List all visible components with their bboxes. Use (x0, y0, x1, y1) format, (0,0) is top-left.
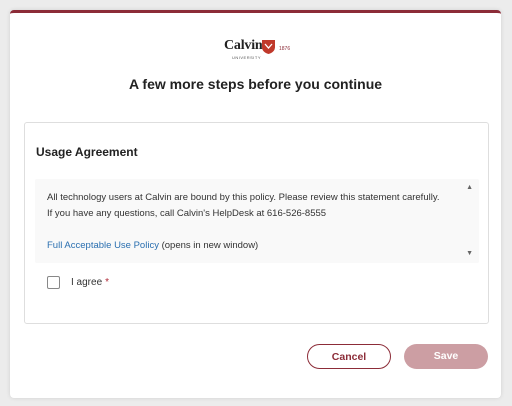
agree-label-text: I agree (71, 277, 103, 288)
calvin-logo: Calvin 1876 UNIVERSITY (224, 38, 304, 62)
logo-year: 1876 (279, 46, 291, 52)
policy-link-line: Full Acceptable Use Policy (opens in new… (47, 240, 258, 251)
policy-text: All technology users at Calvin are bound… (47, 192, 440, 219)
agreement-dialog: Calvin 1876 UNIVERSITY A few more steps … (10, 10, 501, 398)
scroll-down-arrow-icon[interactable]: ▼ (466, 250, 473, 257)
agree-checkbox[interactable] (47, 276, 60, 289)
usage-agreement-card: Usage Agreement All technology users at … (24, 122, 489, 324)
acceptable-use-policy-link[interactable]: Full Acceptable Use Policy (47, 240, 159, 251)
cancel-button[interactable]: Cancel (307, 344, 391, 369)
page-title: A few more steps before you continue (128, 76, 383, 92)
agree-label[interactable]: I agree * (71, 277, 109, 288)
scroll-up-arrow-icon[interactable]: ▲ (466, 184, 473, 191)
link-note: (opens in new window) (158, 240, 259, 251)
logo-subtitle: UNIVERSITY (232, 55, 262, 60)
logo-wordmark: Calvin (224, 38, 263, 53)
policy-scrollbox[interactable]: All technology users at Calvin are bound… (35, 179, 479, 263)
save-button[interactable]: Save (404, 344, 488, 369)
required-marker: * (105, 277, 110, 288)
shield-icon (262, 40, 275, 54)
card-title: Usage Agreement (36, 145, 138, 159)
